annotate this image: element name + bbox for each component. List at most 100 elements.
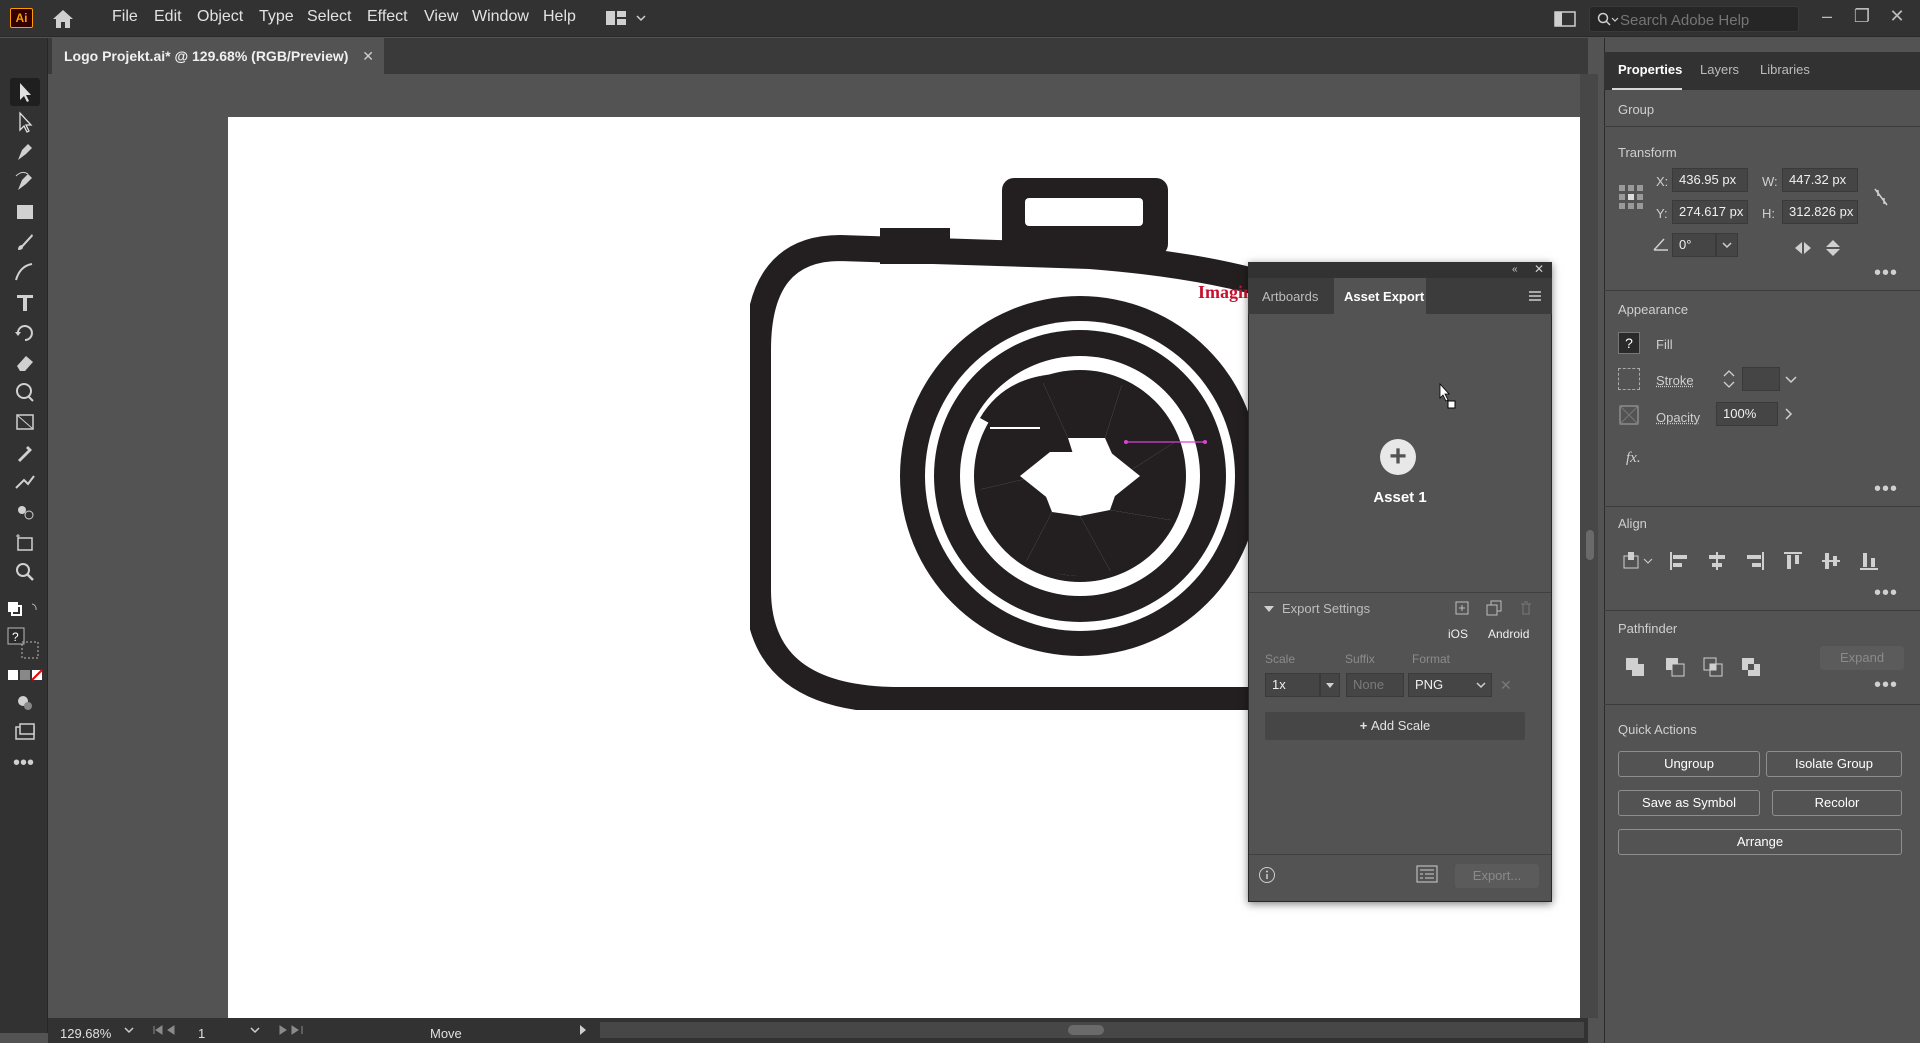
scale-dropdown-icon[interactable]	[1320, 673, 1340, 697]
ungroup-button[interactable]: Ungroup	[1618, 751, 1760, 777]
first-prev-artboard-icon[interactable]	[150, 1022, 190, 1038]
isolate-group-button[interactable]: Isolate Group	[1766, 751, 1902, 777]
stroke-swatch-icon[interactable]	[1618, 368, 1640, 390]
pathfinder-unite-icon[interactable]	[1624, 656, 1646, 678]
menu-edit[interactable]: Edit	[150, 8, 186, 26]
stroke-label[interactable]: Stroke	[1656, 373, 1694, 388]
android-preset[interactable]: Android	[1488, 627, 1529, 641]
draw-mode-icon[interactable]	[10, 688, 40, 716]
document-tab[interactable]: Logo Projekt.ai* @ 129.68% (RGB/Preview)…	[52, 38, 384, 74]
puppet-warp-tool-icon[interactable]	[10, 378, 40, 406]
asset-name[interactable]: Asset 1	[1340, 489, 1460, 506]
ios-preset[interactable]: iOS	[1448, 627, 1468, 641]
panel-layout-icon[interactable]	[1553, 9, 1577, 29]
add-scale-button[interactable]: + Add Scale	[1265, 712, 1525, 740]
rotate-tool-icon[interactable]	[10, 318, 40, 346]
export-settings-label[interactable]: Export Settings	[1282, 601, 1370, 616]
y-field[interactable]: 274.617 px	[1672, 200, 1748, 224]
align-bottom-icon[interactable]	[1858, 550, 1880, 572]
tab-layers[interactable]: Layers	[1700, 62, 1739, 77]
align-left-icon[interactable]	[1668, 550, 1690, 572]
opacity-field[interactable]: 100%	[1716, 402, 1778, 426]
selection-tool-icon[interactable]	[10, 78, 40, 106]
align-to-dropdown-icon[interactable]	[1622, 550, 1656, 572]
flip-horizontal-icon[interactable]	[1792, 238, 1814, 258]
pathfinder-intersect-icon[interactable]	[1702, 656, 1724, 678]
reference-point-icon[interactable]	[1618, 184, 1644, 210]
search-help-field[interactable]	[1589, 6, 1799, 32]
angle-field[interactable]: 0°	[1672, 233, 1716, 257]
menu-window[interactable]: Window	[468, 8, 533, 26]
flip-vertical-icon[interactable]	[1822, 238, 1844, 258]
menu-object[interactable]: Object	[193, 8, 247, 26]
align-more-options-icon[interactable]: •••	[1874, 583, 1898, 603]
scale-field[interactable]: 1x	[1265, 673, 1320, 697]
eyedropper-tool-icon[interactable]	[10, 438, 40, 466]
transform-more-options-icon[interactable]: •••	[1874, 263, 1898, 283]
stroke-weight-stepper-icon[interactable]	[1720, 367, 1738, 391]
tab-libraries[interactable]: Libraries	[1760, 62, 1810, 77]
horizontal-scroll-thumb[interactable]	[1068, 1025, 1104, 1035]
opacity-label[interactable]: Opacity	[1656, 410, 1700, 425]
collapse-panel-icon[interactable]: «	[1512, 264, 1526, 276]
add-asset-small-icon[interactable]	[1454, 600, 1470, 616]
shaper-tool-icon[interactable]	[10, 258, 40, 286]
rectangle-tool-icon[interactable]	[10, 198, 40, 226]
fill-stroke-question-icon[interactable]: ?	[6, 626, 42, 660]
close-window-button[interactable]: ✕	[1882, 4, 1912, 30]
artboard-number[interactable]: 1	[198, 1026, 205, 1041]
direct-selection-tool-icon[interactable]	[10, 108, 40, 136]
more-tools-icon[interactable]: •••	[13, 753, 37, 773]
fill-stroke-swap-icon[interactable]	[6, 600, 42, 616]
suffix-field[interactable]: None	[1346, 673, 1404, 697]
asset-panel-titlebar[interactable]	[1248, 262, 1552, 278]
stroke-weight-field[interactable]	[1742, 367, 1780, 391]
tab-asset-export[interactable]: Asset Export	[1344, 289, 1424, 304]
appearance-more-options-icon[interactable]: •••	[1874, 479, 1898, 499]
arrange-button[interactable]: Arrange	[1618, 829, 1902, 855]
pathfinder-exclude-icon[interactable]	[1740, 656, 1762, 678]
save-as-symbol-button[interactable]: Save as Symbol	[1618, 790, 1760, 816]
menu-help[interactable]: Help	[539, 8, 580, 26]
search-input[interactable]	[1620, 11, 1790, 29]
align-right-icon[interactable]	[1744, 550, 1766, 572]
screen-mode-icon[interactable]	[10, 718, 40, 746]
format-dropdown-icon[interactable]	[1474, 677, 1488, 693]
zoom-level[interactable]: 129.68%	[60, 1026, 111, 1041]
x-field[interactable]: 436.95 px	[1672, 168, 1748, 192]
eraser-tool-icon[interactable]	[10, 348, 40, 376]
menu-file[interactable]: File	[108, 8, 142, 26]
menu-type[interactable]: Type	[255, 8, 298, 26]
close-document-icon[interactable]: ✕	[362, 38, 374, 74]
zoom-tool-icon[interactable]	[10, 558, 40, 586]
export-button[interactable]: Export...	[1455, 864, 1539, 888]
w-field[interactable]: 447.32 px	[1782, 168, 1858, 192]
recolor-button[interactable]: Recolor	[1772, 790, 1902, 816]
workspace-switcher-icon[interactable]	[604, 8, 650, 28]
tab-properties[interactable]: Properties	[1618, 62, 1682, 77]
artboard-dropdown-icon[interactable]	[248, 1022, 262, 1038]
align-horizontal-center-icon[interactable]	[1706, 550, 1728, 572]
duplicate-asset-icon[interactable]	[1486, 600, 1502, 616]
free-transform-tool-icon[interactable]	[10, 408, 40, 436]
export-for-screens-icon[interactable]	[1416, 864, 1438, 884]
pen-tool-icon[interactable]	[10, 138, 40, 166]
type-tool-icon[interactable]	[10, 288, 40, 316]
restore-button[interactable]: ❐	[1847, 4, 1877, 30]
info-icon[interactable]	[1258, 866, 1276, 884]
collapse-triangle-icon[interactable]	[1262, 602, 1276, 616]
minimize-button[interactable]: –	[1812, 4, 1842, 30]
symbol-sprayer-tool-icon[interactable]	[10, 498, 40, 526]
paintbrush-tool-icon[interactable]	[10, 228, 40, 256]
stroke-weight-dropdown-icon[interactable]	[1780, 367, 1802, 391]
pathfinder-expand-button[interactable]: Expand	[1820, 646, 1904, 670]
panel-menu-icon[interactable]	[1528, 290, 1542, 302]
menu-effect[interactable]: Effect	[363, 8, 412, 26]
fill-swatch-icon[interactable]: ?	[1618, 332, 1640, 354]
vertical-scroll-thumb[interactable]	[1586, 530, 1594, 560]
h-field[interactable]: 312.826 px	[1782, 200, 1858, 224]
close-panel-icon[interactable]: ✕	[1534, 262, 1548, 276]
delete-asset-icon[interactable]	[1518, 600, 1534, 616]
blend-tool-icon[interactable]	[10, 468, 40, 496]
artboard-tool-icon[interactable]	[10, 528, 40, 556]
